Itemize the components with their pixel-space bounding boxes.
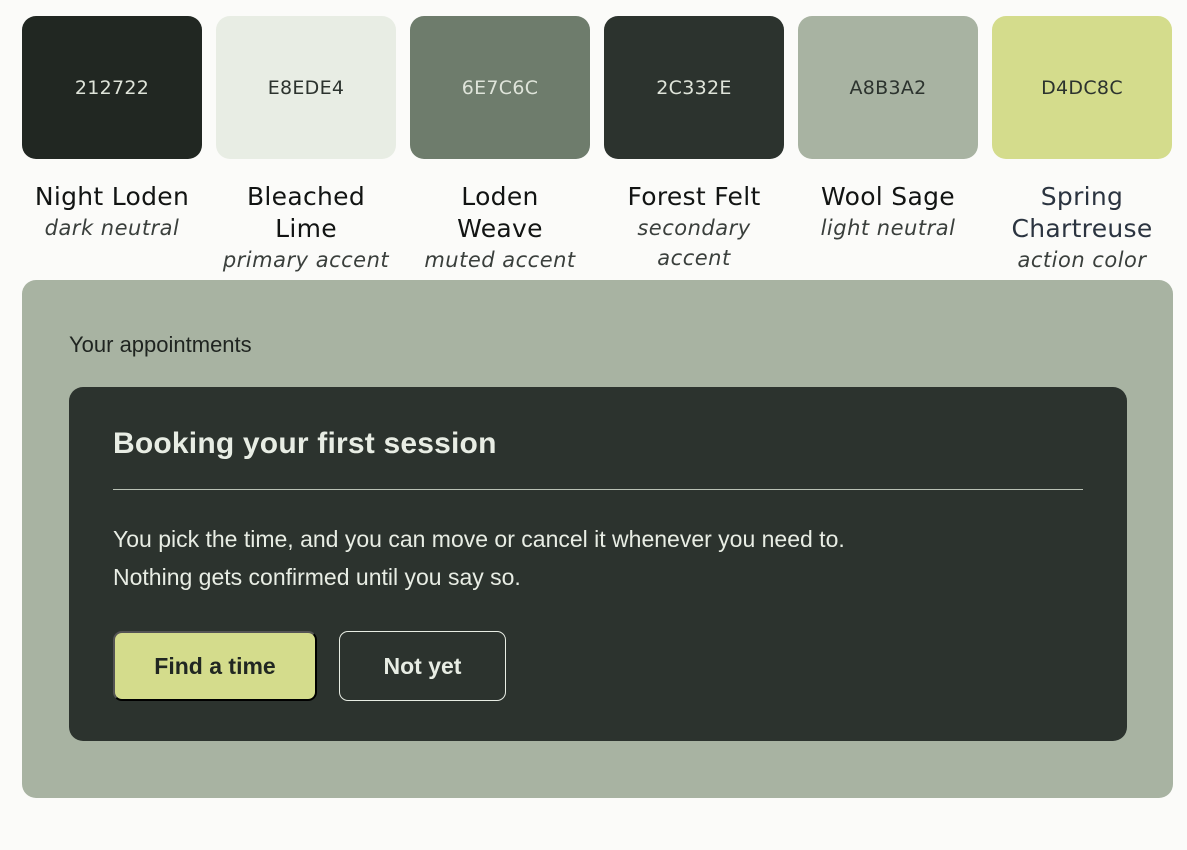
card-title: Booking your first session — [113, 427, 497, 460]
swatch-name: Loden Weave — [457, 182, 543, 243]
booking-card: Booking your first session You pick the … — [69, 387, 1127, 741]
swatch-chip: 6E7C6C — [410, 16, 590, 159]
swatch-name: Spring Chartreuse — [1011, 182, 1153, 243]
body-line: Nothing gets confirmed until you say so. — [113, 564, 521, 590]
not-yet-button[interactable]: Not yet — [339, 631, 506, 701]
divider — [113, 489, 1083, 490]
swatch-role: action color — [1017, 248, 1147, 272]
swatch-role: muted accent — [424, 248, 576, 272]
swatch-night-loden: 212722 Night Loden dark neutral — [22, 16, 202, 275]
swatch-loden-weave: 6E7C6C Loden Weave muted accent — [410, 16, 590, 275]
section-title: Your appointments — [69, 332, 252, 357]
swatch-role: dark neutral — [44, 216, 180, 240]
swatch-chip: 212722 — [22, 16, 202, 159]
body-line: You pick the time, and you can move or c… — [113, 526, 845, 552]
swatch-spring-chartreuse: D4DC8C Spring Chartreuse action color — [992, 16, 1172, 275]
swatch-role: primary accent — [222, 248, 390, 272]
swatch-name: Forest Felt — [627, 182, 761, 211]
swatch-chip: E8EDE4 — [216, 16, 396, 159]
color-palette: 212722 Night Loden dark neutral E8EDE4 B… — [22, 16, 1172, 275]
swatch-wool-sage: A8B3A2 Wool Sage light neutral — [798, 16, 978, 275]
appointments-panel: Your appointments Booking your first ses… — [22, 280, 1173, 798]
swatch-name: Bleached Lime — [246, 182, 366, 243]
swatch-chip: A8B3A2 — [798, 16, 978, 159]
swatch-role: light neutral — [820, 216, 956, 240]
swatch-name: Night Loden — [34, 182, 190, 211]
swatch-role: secondary accent — [637, 216, 751, 270]
swatch-chip: D4DC8C — [992, 16, 1172, 159]
swatch-bleached-lime: E8EDE4 Bleached Lime primary accent — [216, 16, 396, 275]
find-a-time-button[interactable]: Find a time — [113, 631, 317, 701]
swatch-name: Wool Sage — [821, 182, 955, 211]
swatch-forest-felt: 2C332E Forest Felt secondary accent — [604, 16, 784, 275]
swatch-chip: 2C332E — [604, 16, 784, 159]
card-body: You pick the time, and you can move or c… — [113, 520, 845, 596]
